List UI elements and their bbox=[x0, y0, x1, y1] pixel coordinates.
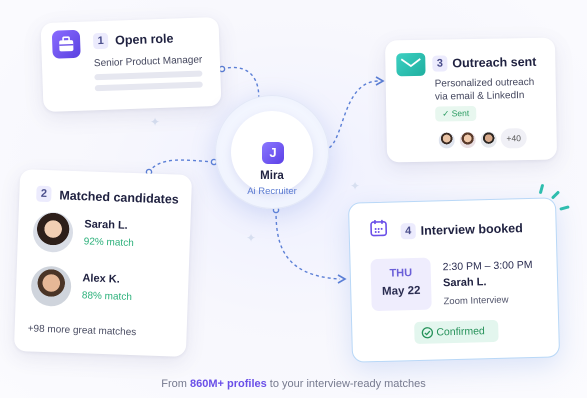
outreach-description-line2: via email & LinkedIn bbox=[434, 90, 525, 103]
interview-candidate: Sarah L. bbox=[442, 276, 487, 290]
avatar bbox=[457, 129, 478, 151]
connector-hub-to-outreach bbox=[323, 80, 379, 151]
tagline-prefix: From bbox=[161, 378, 191, 390]
interview-booked-card[interactable]: 4 Interview booked THU May 22 2:30 PM – … bbox=[347, 197, 561, 363]
avatar bbox=[436, 130, 457, 151]
interview-type: Zoom Interview bbox=[443, 294, 509, 308]
candidate-row[interactable]: Sarah L. 92% match bbox=[28, 207, 180, 262]
assistant-role: Ai Recruiter bbox=[247, 186, 297, 197]
sparkle-icon: ✦ bbox=[246, 231, 257, 245]
sparkle-icon: ✦ bbox=[350, 179, 361, 193]
step-number: 2 bbox=[36, 185, 52, 203]
connector-hub-to-interview bbox=[275, 209, 341, 280]
check-circle-icon bbox=[421, 327, 434, 339]
tagline: From 860M+ profiles to your interview-re… bbox=[0, 378, 587, 390]
tagline-highlight: 860M+ profiles bbox=[190, 378, 267, 390]
card-title: Interview booked bbox=[420, 221, 523, 238]
tagline-suffix: to your interview-ready matches bbox=[266, 378, 426, 390]
more-recipients-badge: +40 bbox=[500, 128, 527, 149]
matched-candidates-card[interactable]: 2 Matched candidates Sarah L. 92% match … bbox=[13, 169, 193, 357]
interview-day: THU bbox=[389, 267, 413, 280]
step-number: 3 bbox=[432, 55, 448, 72]
calendar-icon bbox=[370, 219, 388, 237]
interview-time: 2:30 PM – 3:00 PM bbox=[442, 258, 533, 274]
open-role-card[interactable]: 1 Open role Senior Product Manager bbox=[40, 16, 222, 113]
candidate-match: 92% match bbox=[83, 236, 134, 250]
mail-icon bbox=[396, 52, 426, 77]
candidate-match: 88% match bbox=[81, 290, 133, 304]
interview-date: May 22 bbox=[381, 284, 421, 298]
arrow-head bbox=[337, 274, 347, 284]
date-badge: THU May 22 bbox=[370, 257, 432, 312]
candidate-name: Sarah L. bbox=[84, 218, 128, 232]
outreach-card[interactable]: 3 Outreach sent Personalized outreach vi… bbox=[384, 37, 558, 163]
avatar bbox=[32, 211, 74, 253]
avatar bbox=[30, 265, 72, 307]
connector-hub-to-matched bbox=[148, 159, 215, 173]
assistant-name: Mira bbox=[260, 170, 284, 182]
candidate-name: Alex K. bbox=[82, 272, 120, 286]
confirmed-badge: Confirmed bbox=[414, 319, 499, 345]
placeholder-bar bbox=[94, 81, 203, 92]
confirmed-label: Confirmed bbox=[436, 325, 485, 339]
step-number: 4 bbox=[400, 222, 416, 240]
step-number: 1 bbox=[92, 32, 109, 50]
placeholder-bar bbox=[94, 70, 203, 81]
card-title: Outreach sent bbox=[452, 54, 537, 71]
sparkle-icon: ✦ bbox=[150, 115, 161, 129]
mira-logo-icon: J bbox=[262, 142, 284, 164]
candidate-row[interactable]: Alex K. 88% match bbox=[26, 261, 178, 316]
card-title: Open role bbox=[114, 31, 174, 48]
role-name: Senior Product Manager bbox=[93, 54, 203, 70]
briefcase-icon bbox=[51, 29, 81, 59]
more-matches-text: +98 more great matches bbox=[27, 323, 137, 339]
sent-badge: ✓ Sent bbox=[435, 105, 477, 122]
avatar bbox=[478, 129, 499, 150]
card-title: Matched candidates bbox=[59, 188, 179, 207]
